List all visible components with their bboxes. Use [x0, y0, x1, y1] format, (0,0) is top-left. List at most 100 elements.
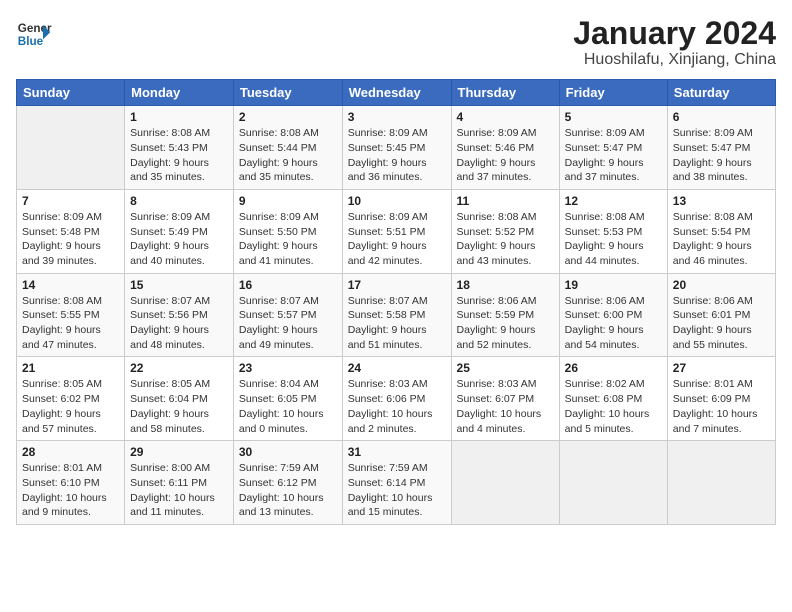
day-number: 5 — [565, 110, 662, 124]
calendar-cell: 25 Sunrise: 8:03 AMSunset: 6:07 PMDayligh… — [451, 357, 559, 441]
calendar-cell: 30 Sunrise: 7:59 AMSunset: 6:12 PMDayligh… — [233, 441, 342, 525]
day-number: 3 — [348, 110, 446, 124]
calendar-cell: 6Sunrise: 8:09 AMSunset: 5:47 PMDaylight… — [667, 106, 775, 190]
page-subtitle: Huoshilafu, Xinjiang, China — [573, 51, 776, 69]
weekday-header-saturday: Saturday — [667, 80, 775, 106]
calendar-cell: 2 Sunrise: 8:08 AMSunset: 5:44 PMDaylight… — [233, 106, 342, 190]
day-number: 26 — [565, 361, 662, 375]
day-info: Sunrise: 8:03 AMSunset: 6:06 PMDaylight:… — [348, 377, 446, 436]
calendar-cell: 12 Sunrise: 8:08 AMSunset: 5:53 PMDayligh… — [559, 189, 667, 273]
calendar-cell: 18 Sunrise: 8:06 AMSunset: 5:59 PMDayligh… — [451, 273, 559, 357]
calendar-cell — [17, 106, 125, 190]
day-info: Sunrise: 8:08 AMSunset: 5:54 PMDaylight:… — [673, 210, 770, 269]
day-info: Sunrise: 8:09 AMSunset: 5:50 PMDaylight:… — [239, 210, 337, 269]
calendar-cell: 3Sunrise: 8:09 AMSunset: 5:45 PMDaylight… — [342, 106, 451, 190]
day-info: Sunrise: 7:59 AMSunset: 6:12 PMDaylight:… — [239, 461, 337, 520]
calendar-cell: 9Sunrise: 8:09 AMSunset: 5:50 PMDaylight… — [233, 189, 342, 273]
day-number: 12 — [565, 194, 662, 208]
day-number: 28 — [22, 445, 119, 459]
day-info: Sunrise: 8:09 AMSunset: 5:51 PMDaylight:… — [348, 210, 446, 269]
calendar-cell: 4Sunrise: 8:09 AMSunset: 5:46 PMDaylight… — [451, 106, 559, 190]
day-info: Sunrise: 8:07 AMSunset: 5:56 PMDaylight:… — [130, 294, 228, 353]
calendar-cell: 20Sunrise: 8:06 AMSunset: 6:01 PMDayligh… — [667, 273, 775, 357]
calendar-cell: 5 Sunrise: 8:09 AMSunset: 5:47 PMDaylight… — [559, 106, 667, 190]
day-info: Sunrise: 8:05 AMSunset: 6:04 PMDaylight:… — [130, 377, 228, 436]
day-number: 14 — [22, 278, 119, 292]
logo-icon: General Blue — [16, 16, 52, 52]
day-info: Sunrise: 8:09 AMSunset: 5:47 PMDaylight:… — [565, 126, 662, 185]
day-number: 15 — [130, 278, 228, 292]
calendar-cell: 31Sunrise: 7:59 AMSunset: 6:14 PMDayligh… — [342, 441, 451, 525]
day-info: Sunrise: 8:01 AMSunset: 6:09 PMDaylight:… — [673, 377, 770, 436]
day-number: 31 — [348, 445, 446, 459]
day-info: Sunrise: 8:08 AMSunset: 5:53 PMDaylight:… — [565, 210, 662, 269]
day-number: 19 — [565, 278, 662, 292]
day-info: Sunrise: 8:05 AMSunset: 6:02 PMDaylight:… — [22, 377, 119, 436]
day-info: Sunrise: 8:00 AMSunset: 6:11 PMDaylight:… — [130, 461, 228, 520]
day-info: Sunrise: 8:08 AMSunset: 5:52 PMDaylight:… — [457, 210, 554, 269]
day-number: 30 — [239, 445, 337, 459]
svg-text:Blue: Blue — [18, 35, 44, 48]
calendar-cell: 8 Sunrise: 8:09 AMSunset: 5:49 PMDaylight… — [125, 189, 234, 273]
weekday-header-tuesday: Tuesday — [233, 80, 342, 106]
day-number: 16 — [239, 278, 337, 292]
day-number: 25 — [457, 361, 554, 375]
calendar-cell: 22 Sunrise: 8:05 AMSunset: 6:04 PMDayligh… — [125, 357, 234, 441]
day-number: 8 — [130, 194, 228, 208]
day-number: 7 — [22, 194, 119, 208]
calendar-cell: 14Sunrise: 8:08 AMSunset: 5:55 PMDayligh… — [17, 273, 125, 357]
day-number: 10 — [348, 194, 446, 208]
day-number: 17 — [348, 278, 446, 292]
day-number: 11 — [457, 194, 554, 208]
day-info: Sunrise: 8:08 AMSunset: 5:43 PMDaylight:… — [130, 126, 228, 185]
calendar-cell: 15 Sunrise: 8:07 AMSunset: 5:56 PMDayligh… — [125, 273, 234, 357]
calendar-cell: 1 Sunrise: 8:08 AMSunset: 5:43 PMDaylight… — [125, 106, 234, 190]
calendar-cell: 19Sunrise: 8:06 AMSunset: 6:00 PMDayligh… — [559, 273, 667, 357]
day-number: 18 — [457, 278, 554, 292]
calendar-week-3: 14Sunrise: 8:08 AMSunset: 5:55 PMDayligh… — [17, 273, 776, 357]
calendar-cell: 17 Sunrise: 8:07 AMSunset: 5:58 PMDayligh… — [342, 273, 451, 357]
calendar-table: SundayMondayTuesdayWednesdayThursdayFrid… — [16, 79, 776, 525]
day-info: Sunrise: 8:08 AMSunset: 5:44 PMDaylight:… — [239, 126, 337, 185]
day-number: 6 — [673, 110, 770, 124]
calendar-cell: 10 Sunrise: 8:09 AMSunset: 5:51 PMDayligh… — [342, 189, 451, 273]
weekday-header-sunday: Sunday — [17, 80, 125, 106]
calendar-cell: 26 Sunrise: 8:02 AMSunset: 6:08 PMDayligh… — [559, 357, 667, 441]
calendar-cell: 29 Sunrise: 8:00 AMSunset: 6:11 PMDayligh… — [125, 441, 234, 525]
day-info: Sunrise: 8:02 AMSunset: 6:08 PMDaylight:… — [565, 377, 662, 436]
calendar-cell: 21 Sunrise: 8:05 AMSunset: 6:02 PMDayligh… — [17, 357, 125, 441]
day-number: 22 — [130, 361, 228, 375]
calendar-cell: 27 Sunrise: 8:01 AMSunset: 6:09 PMDayligh… — [667, 357, 775, 441]
day-number: 27 — [673, 361, 770, 375]
day-info: Sunrise: 8:07 AMSunset: 5:58 PMDaylight:… — [348, 294, 446, 353]
weekday-header-thursday: Thursday — [451, 80, 559, 106]
calendar-header: SundayMondayTuesdayWednesdayThursdayFrid… — [17, 80, 776, 106]
calendar-cell: 11 Sunrise: 8:08 AMSunset: 5:52 PMDayligh… — [451, 189, 559, 273]
day-number: 4 — [457, 110, 554, 124]
calendar-cell — [667, 441, 775, 525]
weekday-header-monday: Monday — [125, 80, 234, 106]
weekday-header-wednesday: Wednesday — [342, 80, 451, 106]
calendar-cell: 16 Sunrise: 8:07 AMSunset: 5:57 PMDayligh… — [233, 273, 342, 357]
day-info: Sunrise: 8:09 AMSunset: 5:49 PMDaylight:… — [130, 210, 228, 269]
calendar-week-4: 21 Sunrise: 8:05 AMSunset: 6:02 PMDayligh… — [17, 357, 776, 441]
day-info: Sunrise: 8:07 AMSunset: 5:57 PMDaylight:… — [239, 294, 337, 353]
day-number: 13 — [673, 194, 770, 208]
day-number: 2 — [239, 110, 337, 124]
day-number: 23 — [239, 361, 337, 375]
calendar-cell: 28Sunrise: 8:01 AMSunset: 6:10 PMDayligh… — [17, 441, 125, 525]
day-number: 21 — [22, 361, 119, 375]
calendar-cell: 7Sunrise: 8:09 AMSunset: 5:48 PMDaylight… — [17, 189, 125, 273]
calendar-week-2: 7Sunrise: 8:09 AMSunset: 5:48 PMDaylight… — [17, 189, 776, 273]
day-info: Sunrise: 8:03 AMSunset: 6:07 PMDaylight:… — [457, 377, 554, 436]
calendar-cell — [559, 441, 667, 525]
header: General Blue January 2024 Huoshilafu, Xi… — [16, 16, 776, 69]
day-number: 20 — [673, 278, 770, 292]
day-info: Sunrise: 8:04 AMSunset: 6:05 PMDaylight:… — [239, 377, 337, 436]
page-title: January 2024 — [573, 16, 776, 51]
day-number: 29 — [130, 445, 228, 459]
day-number: 1 — [130, 110, 228, 124]
day-number: 24 — [348, 361, 446, 375]
day-info: Sunrise: 8:06 AMSunset: 5:59 PMDaylight:… — [457, 294, 554, 353]
logo: General Blue — [16, 16, 56, 52]
